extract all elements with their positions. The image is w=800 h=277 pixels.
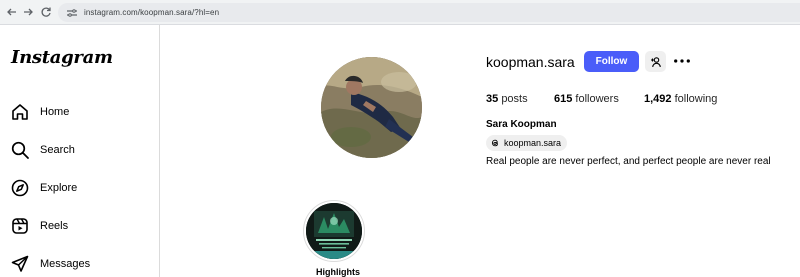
threads-icon xyxy=(491,139,498,147)
followers-count: 615 xyxy=(554,93,573,105)
profile-username: koopman.sara xyxy=(486,54,575,70)
sidebar-item-home[interactable]: Home xyxy=(10,100,69,124)
sidebar-item-reels[interactable]: Reels xyxy=(10,214,68,238)
sidebar-item-label: Home xyxy=(40,106,70,118)
messages-icon xyxy=(11,255,29,272)
threads-handle: koopman.sara xyxy=(504,138,562,148)
threads-link[interactable]: koopman.sara xyxy=(486,135,568,151)
posts-stat: 35 posts xyxy=(486,93,528,105)
highlight-cover xyxy=(306,203,362,259)
suggested-users-button[interactable] xyxy=(645,51,666,72)
sidebar: Instagram Home Search Explore Reels Mess… xyxy=(0,25,160,277)
more-options-button[interactable] xyxy=(672,53,692,69)
posts-count: 35 xyxy=(486,93,499,105)
home-icon xyxy=(12,104,28,120)
highlight-item[interactable] xyxy=(303,200,365,262)
search-icon xyxy=(11,141,29,159)
highlight-cover-image xyxy=(306,203,362,259)
profile-full-name: Sara Koopman xyxy=(486,119,557,130)
sidebar-item-label: Explore xyxy=(40,182,78,194)
highlight-label: Highlights xyxy=(316,267,360,277)
sidebar-item-label: Messages xyxy=(40,258,91,270)
following-stat[interactable]: 1,492 following xyxy=(644,93,717,105)
sidebar-item-explore[interactable]: Explore xyxy=(10,176,77,200)
url-text: instagram.com/koopman.sara/?hl=en xyxy=(84,8,220,17)
following-count: 1,492 xyxy=(644,93,672,105)
posts-label: posts xyxy=(501,93,528,105)
back-arrow-icon xyxy=(7,8,16,16)
following-label: following xyxy=(674,93,718,105)
explore-icon xyxy=(11,179,29,197)
follow-button[interactable]: Follow xyxy=(584,51,639,72)
browser-toolbar: instagram.com/koopman.sara/?hl=en xyxy=(0,0,800,25)
reload-button[interactable] xyxy=(38,4,54,20)
back-button[interactable] xyxy=(4,4,20,20)
address-bar[interactable]: instagram.com/koopman.sara/?hl=en xyxy=(58,3,800,22)
forward-arrow-icon xyxy=(24,8,33,16)
sidebar-item-label: Search xyxy=(40,144,75,156)
followers-stat[interactable]: 615 followers xyxy=(554,93,619,105)
profile-photo-image xyxy=(321,57,422,158)
site-settings-icon[interactable] xyxy=(66,7,78,19)
profile-bio: Real people are never perfect, and perfe… xyxy=(486,156,771,167)
followers-label: followers xyxy=(575,93,619,105)
instagram-logo[interactable]: Instagram xyxy=(11,47,113,68)
more-options-icon xyxy=(674,59,690,63)
forward-button[interactable] xyxy=(20,4,36,20)
reload-icon xyxy=(41,7,51,17)
profile-avatar[interactable] xyxy=(321,57,422,158)
sidebar-item-label: Reels xyxy=(40,220,69,232)
sidebar-item-search[interactable]: Search xyxy=(10,138,75,162)
add-user-icon xyxy=(650,56,661,67)
sidebar-item-messages[interactable]: Messages xyxy=(10,252,90,276)
reels-icon xyxy=(12,218,28,234)
